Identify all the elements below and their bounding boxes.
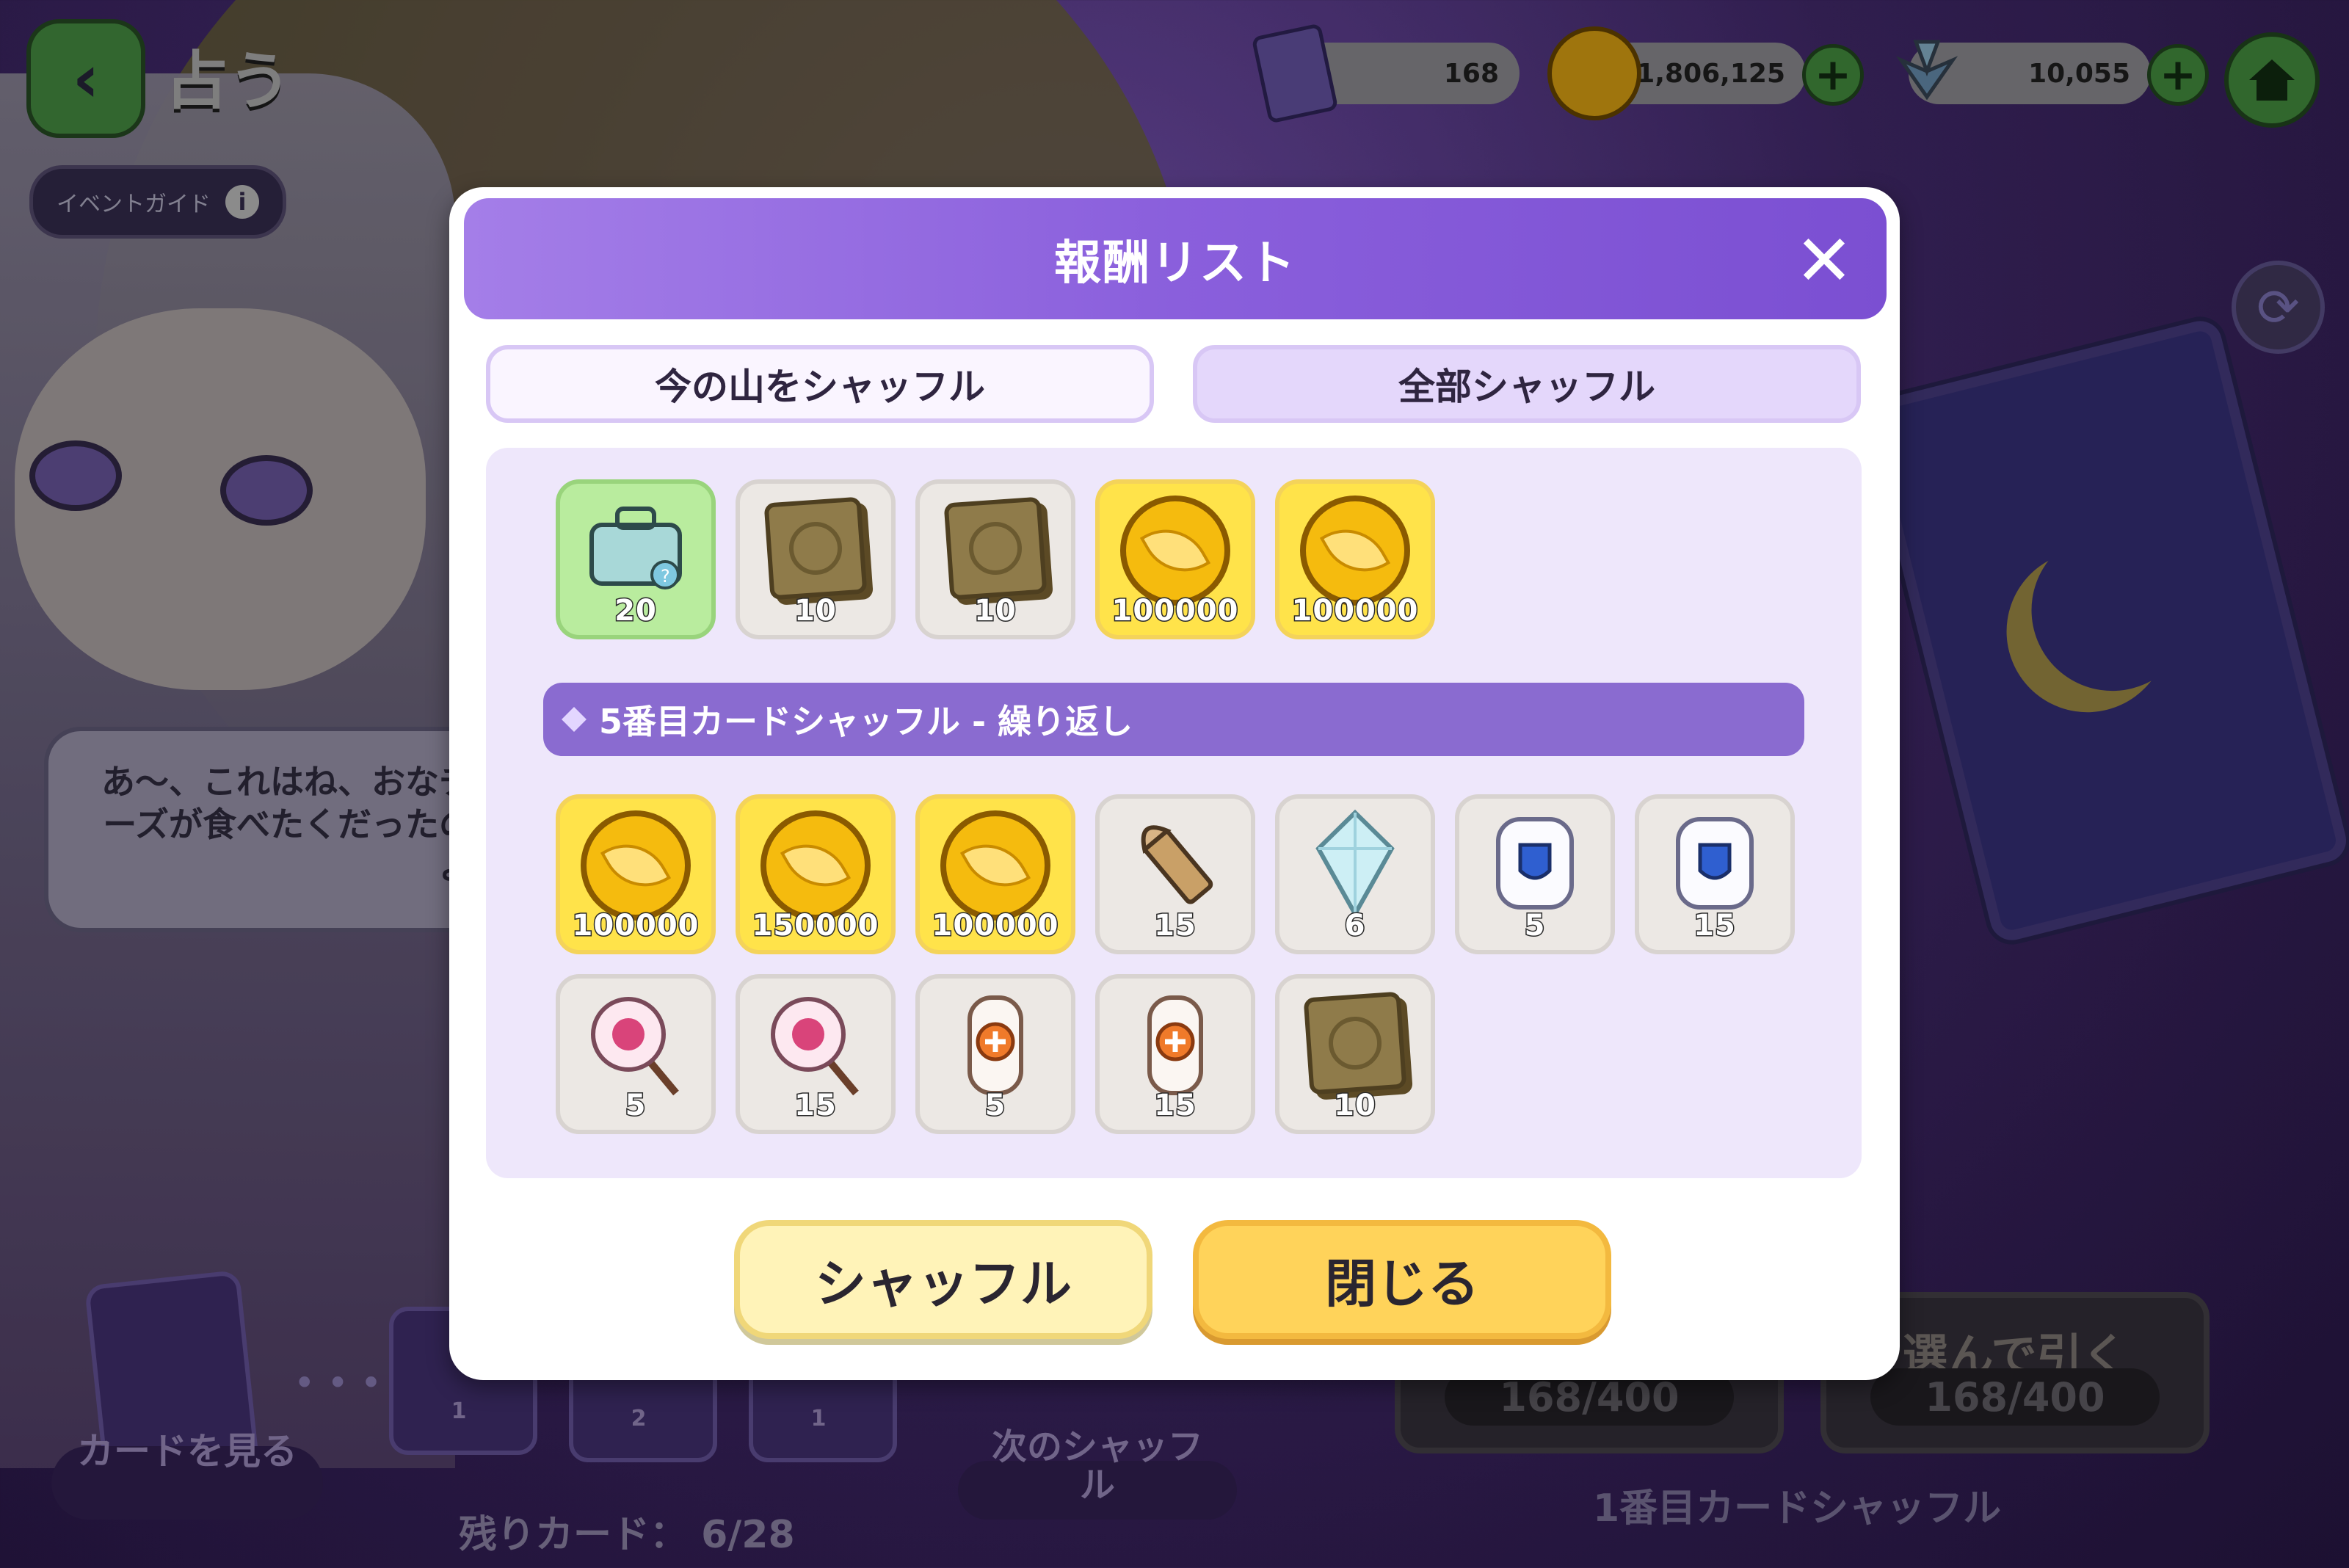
tab-shuffle-current[interactable]: 今の山をシャッフル [486,345,1154,423]
shuffle-button[interactable]: シャッフル [734,1220,1152,1339]
reward-qty: 100000 [1111,593,1239,629]
cookie-card-icon [763,496,868,600]
reward-qty: 20 [614,593,658,629]
reward-qty: 15 [1153,1088,1197,1124]
crystal-icon [1315,809,1395,918]
reward-item: 10 [1275,974,1435,1134]
reward-item: 100000 [1275,479,1435,639]
marshmallow-stick-icon [771,997,859,1096]
reward-qty: 15 [1693,908,1737,944]
reward-qty: 10 [794,593,838,629]
reward-item: 5 [915,974,1075,1134]
reward-qty: 5 [1523,908,1546,944]
reward-qty: 100000 [1290,593,1419,629]
reward-qty: 15 [794,1088,838,1124]
reward-qty: 15 [1153,908,1197,944]
bandage-icon [1147,995,1203,1095]
reward-item: 6 [1275,794,1435,954]
coin-icon [940,810,1050,921]
svg-text:?: ? [661,566,670,587]
bandage-icon [967,995,1023,1095]
reward-item: 100000 [556,794,716,954]
coin-icon [581,810,691,921]
reward-qty: 100000 [571,908,700,944]
reward-item: 15 [1095,974,1255,1134]
reward-qty: 5 [984,1088,1006,1124]
section-title: 5番目カードシャッフル - 繰り返し [599,702,1133,741]
modal-title: 報酬リスト [1054,236,1296,291]
coin-icon [760,810,871,921]
bullet-icon [1141,825,1213,904]
reward-qty: 6 [1343,908,1366,944]
reward-qty: 10 [1333,1088,1377,1124]
marshmallow-shield-icon [1676,817,1754,910]
reward-qty: 100000 [931,908,1059,944]
reward-item: 5 [556,974,716,1134]
diamond-icon [562,707,587,732]
reward-item: 150000 [736,794,896,954]
coin-icon [1120,496,1230,606]
reward-item: ? 20 [556,479,716,639]
reward-qty: 150000 [751,908,879,944]
mystery-box-icon: ? [589,507,682,589]
close-button[interactable]: 閉じる [1193,1220,1611,1339]
reward-item: 15 [736,974,896,1134]
cookie-card-icon [943,496,1048,600]
section-header: 5番目カードシャッフル - 繰り返し [543,683,1804,756]
close-icon[interactable]: ✕ [1784,219,1865,302]
reward-item: 10 [736,479,896,639]
reward-item: 15 [1635,794,1795,954]
reward-qty: 10 [973,593,1017,629]
tab-shuffle-all[interactable]: 全部シャッフル [1193,345,1861,423]
reward-item: 15 [1095,794,1255,954]
reward-item: 100000 [915,794,1075,954]
marshmallow-shield-icon [1496,817,1574,910]
marshmallow-stick-icon [591,997,679,1096]
reward-item: 5 [1455,794,1615,954]
reward-item: 10 [915,479,1075,639]
coin-icon [1300,496,1410,606]
reward-item: 100000 [1095,479,1255,639]
reward-qty: 5 [624,1088,647,1124]
cookie-card-icon [1303,991,1407,1095]
